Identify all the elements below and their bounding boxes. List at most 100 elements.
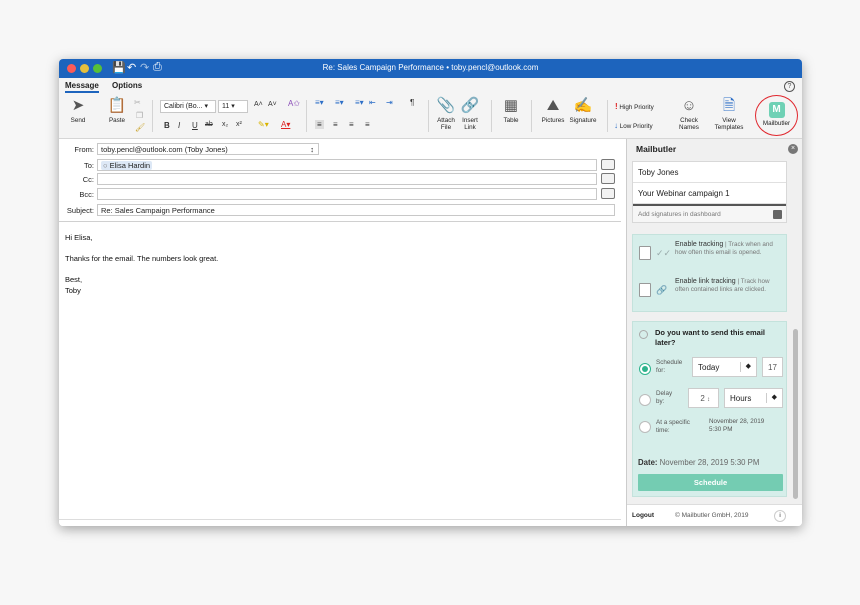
tracking-section: ✓✓ Enable tracking | Track when and how … [632,234,787,312]
link-tracking-checkbox[interactable] [639,283,651,297]
delay-by-radio[interactable] [639,394,651,406]
info-icon[interactable]: i [774,510,786,522]
underline-button[interactable]: U [192,121,198,130]
font-name-select[interactable]: Calibri (Bo... ▾ [160,100,216,113]
pilcrow-icon[interactable]: ¶ [410,98,414,107]
italic-button[interactable]: I [178,121,180,130]
to-label: To: [83,161,94,170]
justify-icon[interactable]: ≡ [365,120,370,129]
paperclip-icon: 📎 [436,97,456,114]
bullets-icon[interactable]: ≡▾ [315,98,324,107]
address-book-icon[interactable] [601,188,615,199]
body-closing: Best, [65,275,83,284]
schedule-hour-field[interactable]: 17 [762,357,783,377]
view-templates-button[interactable]: 🗎 View Templates [711,96,747,131]
mailbutler-button[interactable]: M Mailbutler [755,95,798,136]
delay-amount-stepper[interactable]: 2 ↕ [688,388,719,408]
format-painter-icon[interactable]: 🖌 [135,123,145,132]
from-select[interactable]: toby.pencl@outlook.com (Toby Jones) ↕ [97,143,319,155]
tracking-label: Enable tracking | Track when and how oft… [675,241,773,256]
ribbon-tabs: Message Options ? [59,78,802,94]
schedule-for-label: Schedule for: [656,359,683,374]
recipient-chip[interactable]: ○ Elisa Hardin [101,161,153,170]
scheduled-date: Date: November 28, 2019 5:30 PM [638,458,760,467]
clipboard-icon: 📋 [107,97,127,114]
edit-icon[interactable] [773,210,782,219]
subject-row: Subject: Re: Sales Campaign Performance [59,204,621,217]
close-icon[interactable]: × [788,144,798,154]
updown-icon: ↕ [310,145,314,154]
tab-options[interactable]: Options [112,81,142,90]
table-button[interactable]: ▦ Table [497,96,525,124]
cc-label: Cc: [82,175,94,184]
low-priority-button[interactable]: ↓ Low Priority [614,121,653,130]
paste-button[interactable]: 📋 Paste [104,96,130,124]
copyright-text: © Mailbutler GmbH, 2019 [675,512,749,519]
subject-label: Subject: [66,206,94,215]
template-icon: 🗎 [722,97,736,114]
numbering-icon[interactable]: ≡▾ [335,98,344,107]
pictures-button[interactable]: ⛰ Pictures [538,96,568,124]
multilevel-list-icon[interactable]: ≡▾ [355,98,364,107]
signature-button[interactable]: ✍ Signature [566,96,600,124]
align-left-icon[interactable]: ≡ [315,120,324,129]
font-size-select[interactable]: 11 ▾ [218,100,248,113]
tracking-checkbox[interactable] [639,246,651,260]
copy-icon[interactable]: ❐ [136,111,143,120]
increase-indent-icon[interactable]: ⇥ [386,98,393,107]
schedule-section: Do you want to send this email later? Sc… [632,321,787,497]
address-book-icon[interactable] [601,159,615,170]
bold-button[interactable]: B [164,121,170,130]
subscript-button[interactable]: x₂ [222,121,228,128]
subject-field[interactable]: Re: Sales Campaign Performance [97,204,615,216]
align-center-icon[interactable]: ≡ [333,120,338,129]
address-book-icon[interactable] [601,173,615,184]
superscript-button[interactable]: x² [236,121,242,128]
panel-scrollbar[interactable] [793,329,798,499]
shrink-font-button[interactable]: A˅ [268,101,277,108]
decrease-indent-icon[interactable]: ⇤ [369,98,376,107]
tab-message[interactable]: Message [65,81,99,93]
stepper-icon: ↕ [707,397,710,403]
delay-unit-select[interactable]: Hours ◆ [724,388,783,408]
cc-field[interactable] [97,173,597,185]
exclamation-icon: ! [615,102,618,111]
attach-file-button[interactable]: 📎 Attach File [433,96,459,131]
high-priority-button[interactable]: ! High Priority [615,102,654,111]
table-icon: ▦ [503,97,519,114]
cut-icon[interactable]: ✂ [134,98,141,107]
help-icon[interactable]: ? [784,81,795,92]
mailbutler-logo-icon: M [768,102,785,118]
specific-time-value[interactable]: November 28, 2019 5:30 PM [709,418,764,434]
font-color-icon[interactable]: A▾ [281,120,290,129]
schedule-for-radio[interactable] [639,363,651,375]
specific-time-radio[interactable] [639,421,651,433]
signature-item[interactable]: Toby Jones [633,162,786,183]
window-title: Re: Sales Campaign Performance • toby.pe… [322,63,539,72]
from-label: From: [74,145,94,154]
to-row: To: ○ Elisa Hardin [59,159,621,172]
compose-area: From: toby.pencl@outlook.com (Toby Jones… [59,139,621,526]
message-body[interactable]: Hi Elisa, Thanks for the email. The numb… [65,233,218,296]
clear-formatting-icon[interactable]: A✩ [288,99,300,108]
align-right-icon[interactable]: ≡ [349,120,354,129]
add-signatures-link[interactable]: Add signatures in dashboard [633,204,786,222]
strikethrough-button[interactable]: ab [205,121,213,128]
check-names-button[interactable]: ☺ Check Names [675,96,703,131]
bcc-field[interactable] [97,188,597,200]
grow-font-button[interactable]: A˄ [254,101,263,108]
bcc-row: Bcc: [59,188,621,201]
delay-by-label: Delay by: [656,390,673,405]
schedule-button[interactable]: Schedule [638,474,783,491]
body-line: Thanks for the email. The numbers look g… [65,254,219,263]
link-icon: 🔗 [656,285,668,295]
insert-link-button[interactable]: 🔗 Insert Link [457,96,483,131]
schedule-day-select[interactable]: Today ◆ [692,357,757,377]
to-field[interactable]: ○ Elisa Hardin [97,159,597,171]
signature-item[interactable]: Your Webinar campaign 1 [633,183,786,204]
clock-icon [639,330,648,339]
highlight-icon[interactable]: ✎▾ [258,120,269,129]
link-tracking-label: Enable link tracking | Track how often c… [675,278,770,293]
logout-link[interactable]: Logout [632,512,654,519]
send-button[interactable]: ➤ Send [65,96,91,124]
